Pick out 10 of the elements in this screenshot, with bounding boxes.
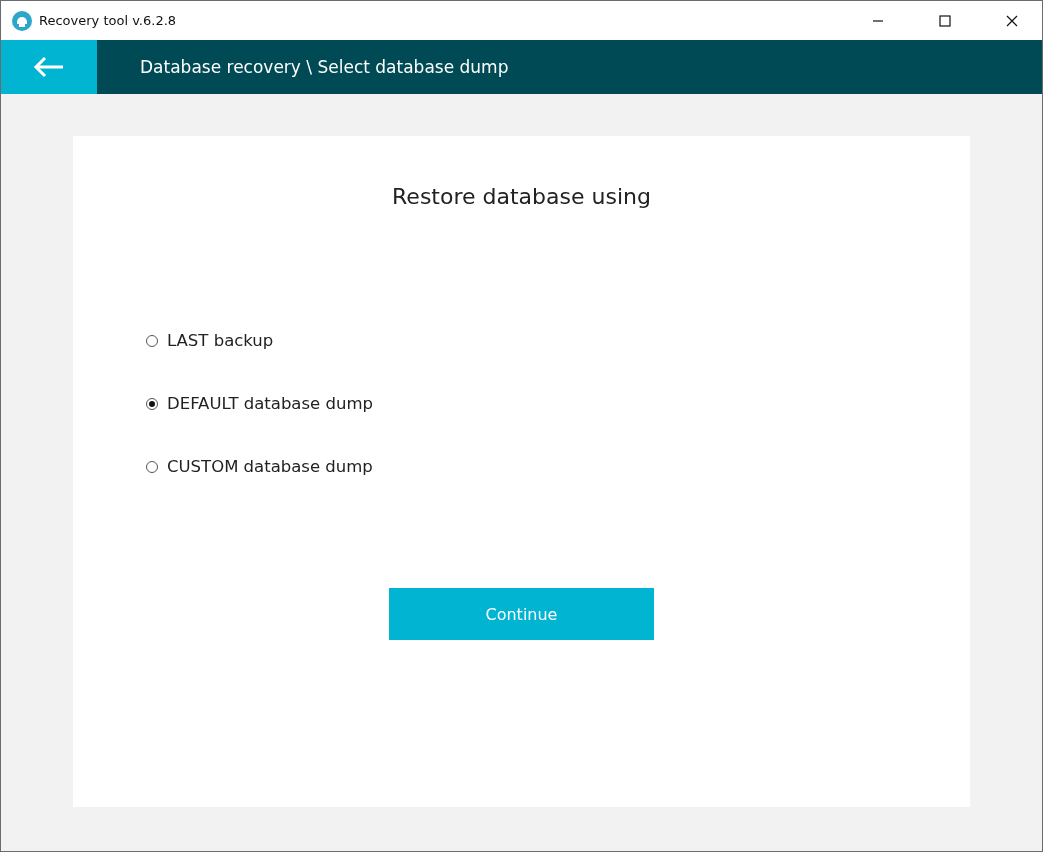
card-heading: Restore database using [392, 184, 651, 209]
app-logo-icon [12, 10, 32, 31]
back-arrow-icon [33, 56, 65, 78]
radio-option[interactable]: LAST backup [146, 331, 970, 350]
close-icon [1006, 14, 1018, 27]
radio-option[interactable]: DEFAULT database dump [146, 394, 970, 413]
window-title: Recovery tool v.6.2.8 [39, 13, 178, 28]
radio-option[interactable]: CUSTOM database dump [146, 457, 970, 476]
breadcrumb: Database recovery \ Select database dump [140, 57, 509, 77]
maximize-icon [939, 14, 951, 27]
